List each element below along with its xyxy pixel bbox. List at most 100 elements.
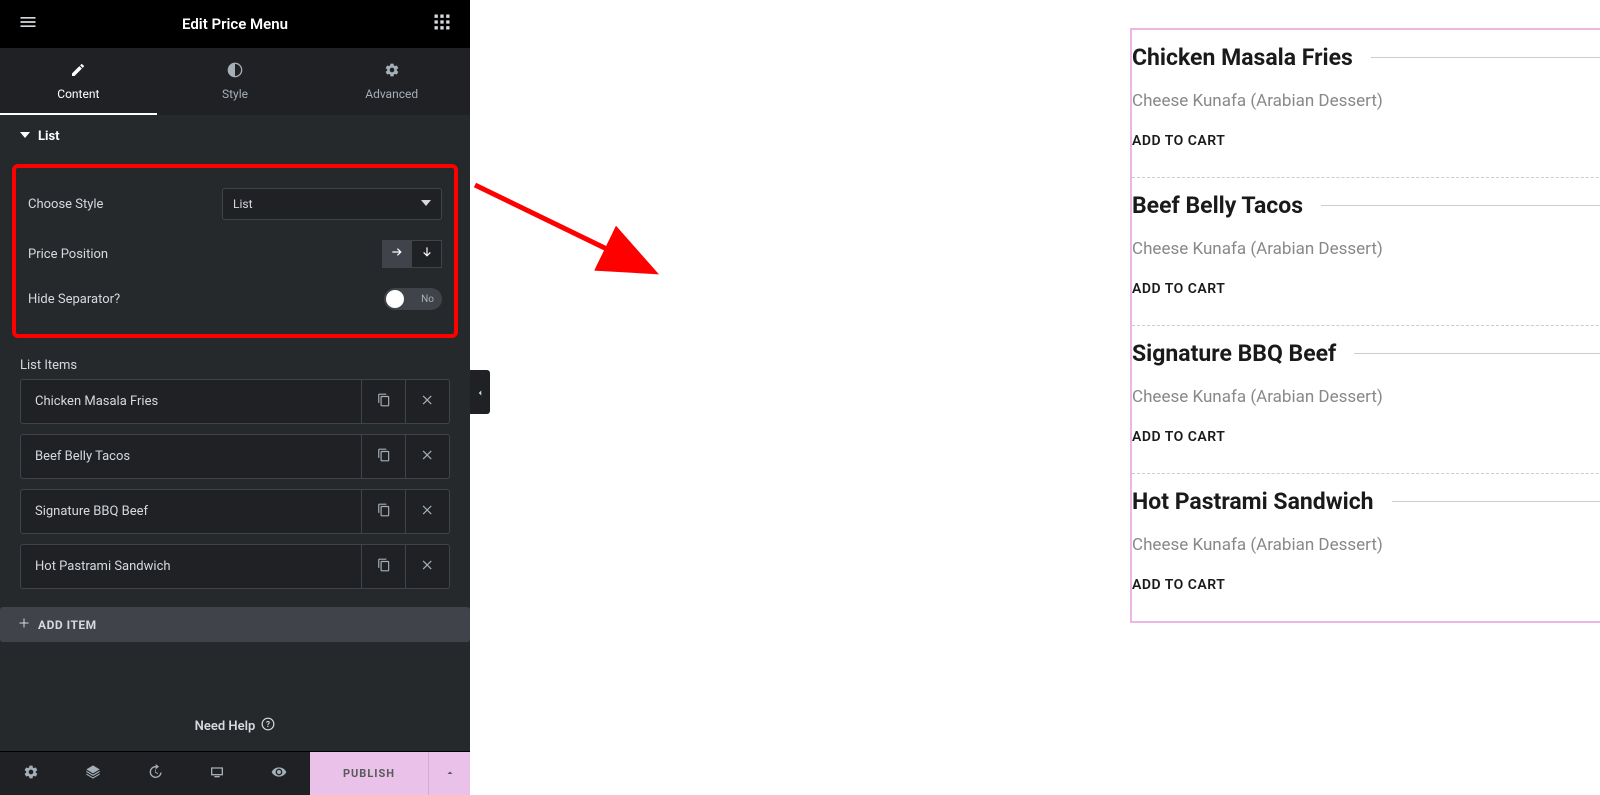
- list-item: Signature BBQ Beef: [20, 489, 450, 534]
- remove-button[interactable]: [406, 489, 450, 534]
- caret-down-icon: [20, 129, 30, 144]
- toggle-knob: [386, 290, 404, 308]
- chevron-up-icon: [444, 764, 456, 783]
- choose-style-select[interactable]: List: [222, 188, 442, 220]
- menu-item-header: Signature BBQ Beef $12.48: [1132, 340, 1600, 367]
- sidebar-footer: PUBLISH: [0, 751, 470, 795]
- title-separator: [1371, 57, 1600, 58]
- pencil-icon: [0, 62, 157, 81]
- add-item-button[interactable]: ADD ITEM: [0, 607, 470, 642]
- menu-item-description: Cheese Kunafa (Arabian Dessert): [1132, 535, 1600, 555]
- need-help-label: Need Help: [195, 719, 256, 734]
- menu-item: Hot Pastrami Sandwich $12.48 Cheese Kuna…: [1132, 474, 1600, 621]
- duplicate-button[interactable]: [362, 544, 406, 589]
- section-label: List: [38, 129, 60, 144]
- title-separator: [1392, 501, 1600, 502]
- settings-button[interactable]: [0, 752, 62, 795]
- price-position-down[interactable]: [412, 240, 442, 268]
- toggle-value: No: [421, 294, 434, 305]
- list-item-title[interactable]: Beef Belly Tacos: [20, 434, 362, 479]
- grid-icon: [432, 12, 452, 36]
- menu-item: Beef Belly Tacos $12.48 Cheese Kunafa (A…: [1132, 178, 1600, 326]
- menu-item-title: Beef Belly Tacos: [1132, 192, 1303, 219]
- contrast-icon: [157, 62, 314, 81]
- need-help-link[interactable]: Need Help ?: [0, 701, 470, 751]
- widgets-button[interactable]: [432, 12, 452, 36]
- caret-down-icon: [421, 197, 431, 211]
- history-icon: [147, 764, 163, 784]
- title-separator: [1321, 205, 1600, 206]
- annotation-arrow: [470, 175, 670, 285]
- remove-button[interactable]: [406, 379, 450, 424]
- devices-icon: [209, 764, 225, 784]
- copy-icon: [377, 392, 391, 411]
- sidebar-body: List Choose Style List Price Position: [0, 115, 470, 701]
- close-icon: [421, 557, 435, 576]
- control-hide-separator: Hide Separator? No: [24, 278, 446, 320]
- add-to-cart-button[interactable]: ADD TO CART: [1132, 133, 1600, 149]
- hamburger-icon: [18, 12, 38, 36]
- remove-button[interactable]: [406, 434, 450, 479]
- eye-icon: [271, 764, 287, 784]
- list-item-title[interactable]: Signature BBQ Beef: [20, 489, 362, 534]
- copy-icon: [377, 557, 391, 576]
- menu-item-header: Hot Pastrami Sandwich $12.48: [1132, 488, 1600, 515]
- duplicate-button[interactable]: [362, 434, 406, 479]
- duplicate-button[interactable]: [362, 489, 406, 534]
- list-items-repeater: Chicken Masala Fries Beef Belly Tacos Si…: [0, 379, 470, 589]
- section-list[interactable]: List: [0, 115, 470, 154]
- history-button[interactable]: [124, 752, 186, 795]
- responsive-button[interactable]: [186, 752, 248, 795]
- duplicate-button[interactable]: [362, 379, 406, 424]
- copy-icon: [377, 502, 391, 521]
- menu-item-title: Chicken Masala Fries: [1132, 44, 1353, 71]
- navigator-button[interactable]: [62, 752, 124, 795]
- remove-button[interactable]: [406, 544, 450, 589]
- plus-icon: [18, 617, 30, 632]
- tabs: Content Style Advanced: [0, 48, 470, 115]
- panel-title: Edit Price Menu: [182, 15, 288, 33]
- gear-icon: [23, 764, 39, 784]
- publish-options-button[interactable]: [428, 752, 470, 795]
- arrow-down-icon: [420, 245, 434, 263]
- add-item-label: ADD ITEM: [38, 618, 97, 632]
- menu-item-description: Cheese Kunafa (Arabian Dessert): [1132, 91, 1600, 111]
- tab-content[interactable]: Content: [0, 48, 157, 115]
- tab-label: Style: [222, 87, 248, 101]
- price-menu-widget[interactable]: Chicken Masala Fries $12.48 Cheese Kunaf…: [1130, 28, 1600, 623]
- price-position-right[interactable]: [382, 240, 412, 268]
- tab-label: Content: [57, 87, 99, 101]
- close-icon: [421, 502, 435, 521]
- add-to-cart-button[interactable]: ADD TO CART: [1132, 281, 1600, 297]
- menu-item-title: Hot Pastrami Sandwich: [1132, 488, 1374, 515]
- list-item-title[interactable]: Hot Pastrami Sandwich: [20, 544, 362, 589]
- question-icon: ?: [261, 717, 275, 735]
- price-position-label: Price Position: [28, 247, 108, 262]
- list-item: Beef Belly Tacos: [20, 434, 450, 479]
- publish-group: PUBLISH: [310, 752, 470, 795]
- menu-item: Signature BBQ Beef $12.48 Cheese Kunafa …: [1132, 326, 1600, 474]
- close-icon: [421, 447, 435, 466]
- menu-item-header: Chicken Masala Fries $12.48: [1132, 44, 1600, 71]
- preview-area: Chicken Masala Fries $12.48 Cheese Kunaf…: [470, 0, 1600, 795]
- title-separator: [1354, 353, 1600, 354]
- copy-icon: [377, 447, 391, 466]
- price-position-segment: [382, 240, 442, 268]
- add-to-cart-button[interactable]: ADD TO CART: [1132, 577, 1600, 593]
- publish-button[interactable]: PUBLISH: [310, 752, 428, 795]
- choose-style-label: Choose Style: [28, 197, 103, 212]
- menu-button[interactable]: [18, 12, 38, 36]
- menu-item: Chicken Masala Fries $12.48 Cheese Kunaf…: [1132, 30, 1600, 178]
- list-item-title[interactable]: Chicken Masala Fries: [20, 379, 362, 424]
- tab-label: Advanced: [365, 87, 418, 101]
- sidebar-header: Edit Price Menu: [0, 0, 470, 48]
- tab-style[interactable]: Style: [157, 48, 314, 115]
- hide-separator-toggle[interactable]: No: [384, 288, 442, 310]
- editor-sidebar: Edit Price Menu Content Style Advanced L…: [0, 0, 470, 795]
- tab-advanced[interactable]: Advanced: [313, 48, 470, 115]
- preview-button[interactable]: [248, 752, 310, 795]
- gear-icon: [313, 62, 470, 81]
- list-item: Hot Pastrami Sandwich: [20, 544, 450, 589]
- add-to-cart-button[interactable]: ADD TO CART: [1132, 429, 1600, 445]
- hide-separator-label: Hide Separator?: [28, 292, 120, 307]
